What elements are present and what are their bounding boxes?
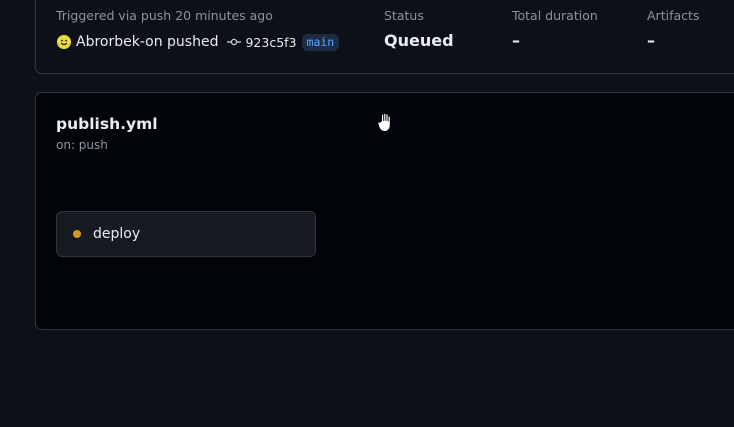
hand-cursor-icon — [377, 112, 391, 132]
artifacts-label: Artifacts — [647, 8, 700, 23]
actor-name[interactable]: Abrorbek-on pushed — [76, 34, 218, 50]
smiley-icon — [60, 39, 68, 46]
workflow-file-name: publish.yml — [56, 115, 158, 133]
status-label: Status — [384, 8, 424, 23]
job-deploy[interactable]: deploy — [56, 211, 316, 257]
status-value: Queued — [384, 31, 454, 50]
queued-status-icon — [73, 230, 81, 238]
duration-label: Total duration — [512, 8, 598, 23]
avatar[interactable] — [56, 34, 72, 50]
push-info-row: Abrorbek-on pushed 923c5f3 main — [56, 33, 340, 51]
git-commit-icon — [227, 37, 242, 47]
artifacts-value: – — [647, 31, 655, 50]
branch-badge[interactable]: main — [301, 33, 340, 51]
job-name: deploy — [93, 226, 141, 242]
commit-sha-link[interactable]: 923c5f3 — [245, 35, 296, 50]
workflow-trigger: on: push — [56, 138, 108, 152]
trigger-description: Triggered via push 20 minutes ago — [56, 8, 273, 23]
duration-value: – — [512, 31, 520, 50]
